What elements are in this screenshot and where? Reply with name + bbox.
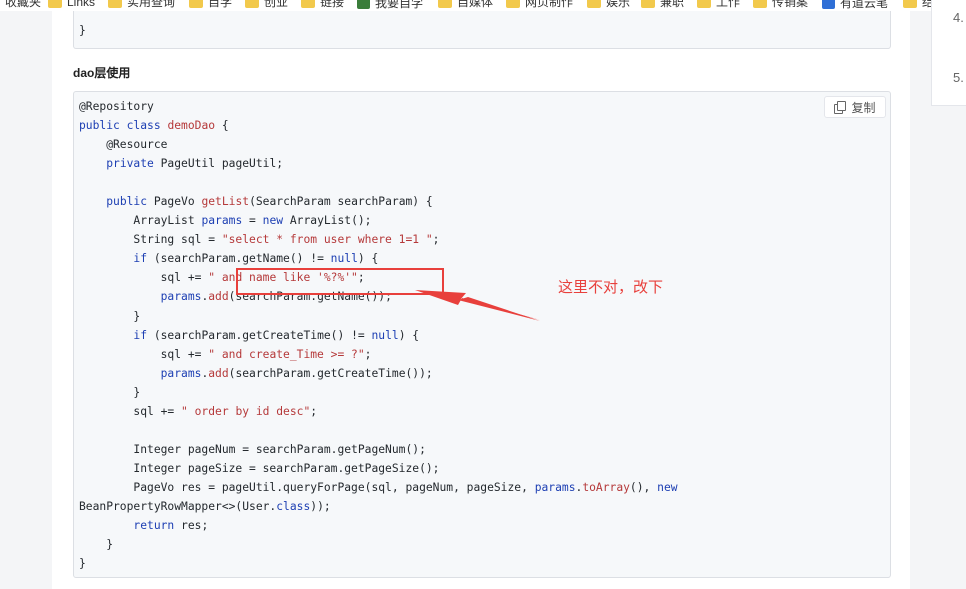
code-line: } — [106, 538, 114, 552]
bookmark-item[interactable]: 兼职 — [641, 0, 684, 8]
code-line: BeanPropertyRowMapper<>(User.class)); — [79, 499, 331, 513]
folder-icon — [641, 0, 655, 8]
section-heading: dao层使用 — [73, 66, 131, 80]
copy-icon — [834, 101, 847, 114]
code-line: public class demoDao { — [79, 119, 229, 133]
code-line: } — [79, 24, 86, 37]
code-line: Integer pageNum = searchParam.getPageNum… — [133, 442, 426, 456]
bookmarks-bar: 收藏夹 Links 实用查询 自学 创业 链接 我要自学 自媒体 网页制作 娱乐… — [0, 0, 966, 11]
folder-icon — [438, 0, 452, 8]
bookmark-item[interactable]: 创业 — [245, 0, 288, 8]
bookmark-item[interactable]: 实用查询 — [108, 0, 175, 8]
bookmark-item[interactable]: 娱乐 — [587, 0, 630, 8]
code-line: @Repository — [79, 100, 154, 113]
bookmark-item[interactable]: 自学 — [189, 0, 232, 8]
code-line: if (searchParam.getName() != null) { — [133, 252, 379, 266]
folder-icon — [301, 0, 315, 8]
folder-icon — [903, 0, 917, 8]
annotation-text: 这里不对，改下 — [558, 279, 664, 296]
bookmark-item[interactable]: 网页制作 — [506, 0, 573, 8]
code-content: @Repository public class demoDao { @Reso… — [79, 97, 678, 573]
folder-icon — [697, 0, 711, 8]
previous-code-block: } — [73, 11, 891, 49]
code-line: @Resource — [106, 138, 168, 152]
bookmark-item[interactable]: 传销案 — [753, 0, 808, 8]
code-line: PageVo res = pageUtil.queryForPage(sql, … — [79, 480, 678, 494]
toc-item[interactable]: 4. — [953, 10, 964, 25]
folder-icon — [245, 0, 259, 8]
site-icon — [822, 0, 835, 9]
code-line: private PageUtil pageUtil; — [106, 157, 284, 171]
copy-button[interactable]: 复制 — [824, 96, 886, 118]
bookmark-item[interactable]: 自媒体 — [438, 0, 493, 8]
folder-icon — [587, 0, 601, 8]
folder-icon — [753, 0, 767, 8]
code-line: } — [79, 557, 86, 571]
toc-item[interactable]: 5. — [953, 70, 964, 85]
code-block: @Repository public class demoDao { @Reso… — [73, 91, 891, 578]
annotation-highlight-box — [236, 268, 444, 295]
bookmark-item[interactable]: 收藏夹 — [0, 0, 41, 8]
bookmark-item[interactable]: 工作 — [697, 0, 740, 8]
code-line: } — [133, 385, 141, 399]
code-line: sql += " and create_Time >= ?"; — [79, 347, 372, 361]
article-panel: } dao层使用 @Repository public class demoDa… — [52, 11, 910, 589]
code-line: params.add(searchParam.getCreateTime()); — [160, 366, 433, 380]
folder-icon — [48, 0, 62, 8]
code-line: return res; — [133, 519, 209, 533]
bookmark-item[interactable]: Links — [48, 0, 95, 8]
folder-icon — [108, 0, 122, 8]
code-line: Integer pageSize = searchParam.getPageSi… — [133, 461, 440, 475]
bookmark-item[interactable]: 有道云笔 — [822, 0, 888, 9]
code-line: sql += " order by id desc"; — [79, 404, 318, 418]
code-line: String sql = "select * from user where 1… — [79, 233, 440, 247]
code-line: } — [133, 309, 141, 323]
code-line: ArrayList params = new ArrayList(); — [79, 214, 372, 228]
folder-icon — [189, 0, 203, 8]
bookmark-item[interactable]: 链接 — [301, 0, 344, 8]
folder-icon — [506, 0, 520, 8]
code-line: if (searchParam.getCreateTime() != null)… — [133, 328, 420, 342]
toc-sidebar: 4. 5. — [931, 0, 966, 106]
site-icon — [357, 0, 370, 9]
bookmark-item[interactable]: 我要自学 — [357, 0, 423, 9]
code-line: public PageVo getList(SearchParam search… — [106, 195, 433, 209]
